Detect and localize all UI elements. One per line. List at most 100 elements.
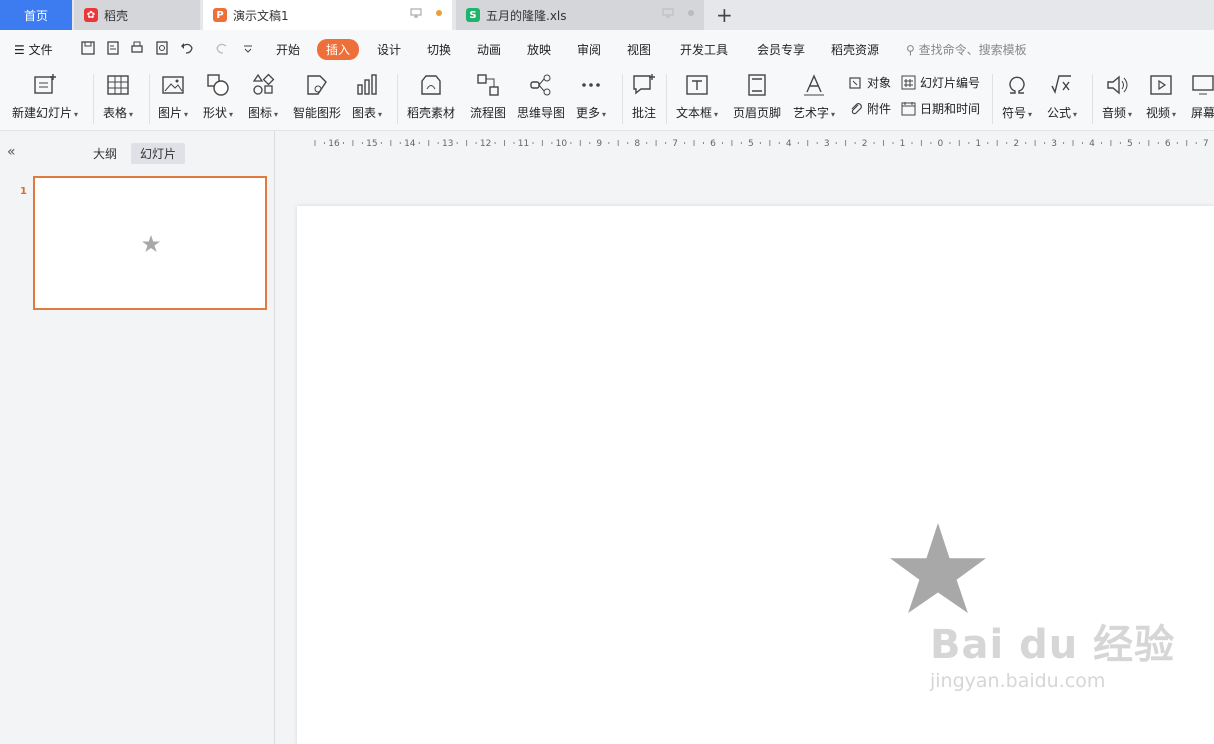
textbox-button[interactable]: 文本框	[676, 72, 718, 121]
tab-presentation[interactable]: P 演示文稿1	[203, 0, 452, 30]
divider	[93, 74, 94, 124]
watermark-url: jingyan.baidu.com	[930, 670, 1106, 692]
menu-design[interactable]: 设计	[377, 41, 401, 58]
menu-animation[interactable]: 动画	[477, 41, 501, 58]
datetime-label: 日期和时间	[920, 102, 981, 116]
divider	[666, 74, 667, 124]
menu-transition[interactable]: 切换	[427, 41, 451, 58]
print-preview-icon[interactable]	[154, 40, 170, 56]
audio-button[interactable]: 音频	[1102, 72, 1132, 121]
new-slide-button[interactable]: 新建幻灯片	[12, 72, 78, 121]
icon-button[interactable]: 图标	[248, 72, 278, 121]
undo-icon[interactable]	[179, 40, 195, 56]
header-footer-button[interactable]: 页眉页脚	[733, 72, 781, 121]
monitor-icon[interactable]	[410, 8, 422, 18]
comment-button[interactable]: 批注	[631, 72, 657, 121]
divider	[397, 74, 398, 124]
more-label: 更多	[576, 104, 606, 121]
tab-home[interactable]: 首页	[0, 0, 72, 30]
save-icon[interactable]	[80, 40, 96, 56]
ruler-label: 6	[710, 139, 716, 149]
table-button[interactable]: 表格	[103, 72, 133, 121]
print-icon[interactable]	[129, 40, 145, 56]
picture-button[interactable]: 图片	[158, 72, 188, 121]
star-shape[interactable]	[889, 521, 987, 613]
redo-icon[interactable]	[214, 40, 230, 56]
table-icon	[107, 75, 129, 95]
screen-label: 屏幕	[1190, 106, 1214, 120]
video-button[interactable]: 视频	[1146, 72, 1176, 121]
ruler-label: 7	[672, 139, 678, 149]
mindmap-icon	[530, 74, 551, 96]
attachment-label: 附件	[867, 102, 892, 116]
menu-review[interactable]: 审阅	[577, 41, 601, 58]
star-thumbnail-icon	[142, 235, 160, 252]
slide-thumbnail[interactable]	[33, 176, 267, 310]
comment-label: 批注	[631, 106, 656, 120]
ruler-label: 14	[404, 139, 416, 149]
slide-number-button[interactable]: 幻灯片编号	[901, 74, 980, 91]
new-tab-plus-icon[interactable]: +	[716, 3, 733, 27]
search-icon: ⚲	[906, 43, 919, 57]
hash-icon	[901, 75, 916, 90]
more-button[interactable]: 更多	[576, 72, 606, 121]
tab-home-label: 首页	[23, 8, 48, 23]
export-pdf-icon[interactable]	[105, 40, 121, 56]
monitor-icon[interactable]	[662, 8, 674, 18]
insert-ribbon: 新建幻灯片 表格 图片 形状 图标 智能图形 图表 稻壳素材 流程图 思维导图 …	[0, 68, 1214, 131]
chart-button[interactable]: 图表	[352, 72, 382, 121]
new-slide-icon	[34, 74, 57, 94]
ruler-label: 13	[442, 139, 453, 149]
formula-button[interactable]: 公式	[1047, 72, 1077, 121]
file-menu[interactable]: ☰ 文件	[14, 41, 53, 58]
material-icon	[421, 75, 441, 95]
menu-developer[interactable]: 开发工具	[680, 41, 728, 58]
watermark-logo-text: Bai du 经验	[930, 622, 1176, 668]
tab-outline[interactable]: 大纲	[84, 143, 126, 164]
unsaved-dot-icon	[436, 10, 442, 16]
icon-library-icon	[252, 73, 275, 95]
tab-daoke[interactable]: ✿ 稻壳	[74, 0, 200, 30]
search-command[interactable]: ⚲ 查找命令、搜索模板	[906, 41, 1027, 58]
shape-button[interactable]: 形状	[203, 72, 233, 121]
smart-art-label: 智能图形	[293, 106, 342, 120]
chart-label: 图表	[352, 104, 382, 121]
baidu-watermark: Bai du 经验 jingyan.baidu.com	[930, 612, 1175, 692]
divider	[149, 74, 150, 124]
omega-icon	[1009, 76, 1025, 94]
tab-presentation-label: 演示文稿1	[233, 8, 289, 23]
flowchart-icon	[477, 74, 499, 96]
symbol-label: 符号	[1002, 104, 1032, 121]
smart-art-button[interactable]: 智能图形	[293, 72, 341, 121]
wordart-button[interactable]: 艺术字	[793, 72, 835, 121]
smart-art-icon	[307, 75, 327, 95]
attachment-button[interactable]: 附件	[848, 100, 891, 117]
menu-insert[interactable]: 插入	[317, 39, 360, 60]
ruler-label: 1	[975, 139, 981, 149]
object-icon	[849, 77, 861, 89]
flowchart-button[interactable]: 流程图	[470, 72, 506, 121]
search-placeholder: 查找命令、搜索模板	[918, 43, 1027, 57]
header-footer-icon	[748, 74, 766, 96]
ruler-label: 7	[1203, 139, 1209, 149]
shape-label: 形状	[203, 104, 233, 121]
menu-daoke-resources[interactable]: 稻壳资源	[831, 41, 879, 58]
menu-slideshow[interactable]: 放映	[527, 41, 551, 58]
tab-slides[interactable]: 幻灯片	[131, 143, 186, 164]
ruler-label: 3	[824, 139, 830, 149]
tab-spreadsheet[interactable]: S 五月的隆隆.xls	[456, 0, 704, 30]
menu-view[interactable]: 视图	[627, 41, 651, 58]
mindmap-button[interactable]: 思维导图	[517, 72, 565, 121]
daoke-material-button[interactable]: 稻壳素材	[407, 72, 455, 121]
shape-icon	[207, 74, 229, 96]
object-button[interactable]: 对象	[848, 74, 891, 91]
table-label: 表格	[103, 104, 133, 121]
symbol-button[interactable]: 符号	[1002, 72, 1032, 121]
screen-record-button[interactable]: 屏幕	[1190, 72, 1214, 121]
menu-start[interactable]: 开始	[276, 41, 300, 58]
customize-toolbar-icon[interactable]	[240, 40, 256, 56]
divider	[992, 74, 993, 124]
datetime-button[interactable]: 日期和时间	[901, 100, 980, 117]
menu-member[interactable]: 会员专享	[757, 41, 805, 58]
collapse-panel-icon[interactable]: «	[7, 144, 16, 160]
